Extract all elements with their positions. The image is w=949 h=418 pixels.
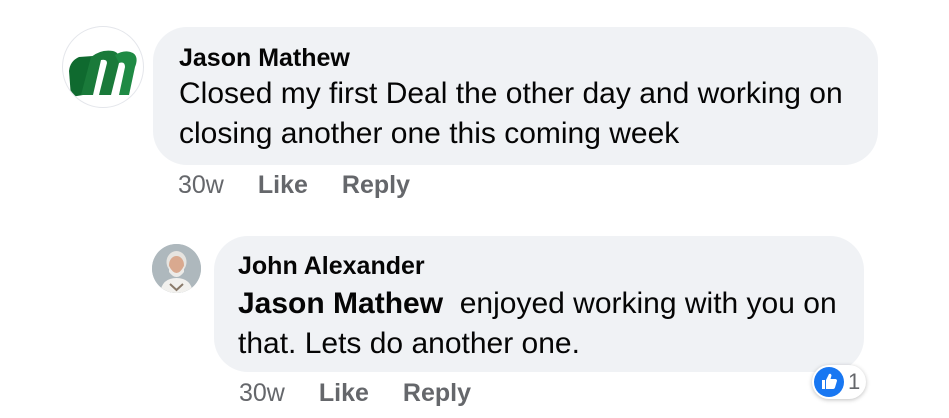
reaction-count: 1 [848, 369, 861, 394]
comment-timestamp[interactable]: 30w [178, 171, 224, 200]
reaction-summary[interactable]: 1 [812, 365, 867, 399]
reply-bubble: John Alexander Jason Mathew enjoyed work… [214, 236, 864, 372]
comment-actions: 30w Like Reply [178, 170, 444, 200]
like-button[interactable]: Like [319, 379, 369, 408]
reply-actions: 30w Like Reply [239, 378, 505, 408]
comment-bubble: Jason Mathew Closed my first Deal the ot… [153, 27, 878, 165]
comment-author[interactable]: Jason Mathew [179, 43, 854, 73]
mention-link[interactable]: Jason Mathew [238, 287, 443, 320]
reply-text: Jason Mathew enjoyed working with you on… [238, 284, 844, 364]
reply-timestamp[interactable]: 30w [239, 379, 285, 408]
m-logo-icon [69, 50, 137, 97]
profile-photo-icon [152, 244, 201, 293]
like-button[interactable]: Like [258, 171, 308, 200]
reply-button[interactable]: Reply [403, 379, 471, 408]
reply-author[interactable]: John Alexander [238, 251, 844, 281]
reply-button[interactable]: Reply [342, 171, 410, 200]
avatar[interactable] [62, 26, 144, 108]
avatar[interactable] [152, 244, 201, 293]
thumbs-up-icon [814, 367, 844, 397]
comment-text: Closed my first Deal the other day and w… [179, 77, 843, 150]
